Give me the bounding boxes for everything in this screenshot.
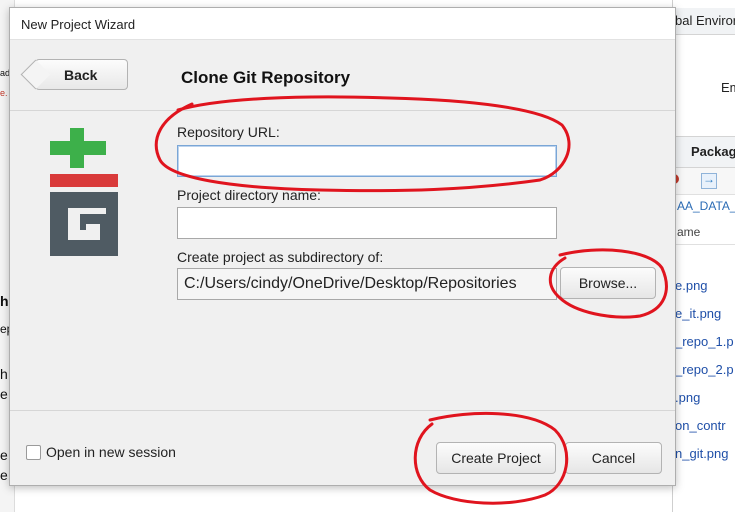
back-button[interactable]: Back: [20, 59, 128, 90]
dialog-title: New Project Wizard: [21, 17, 136, 32]
left-fragment: e: [0, 467, 8, 483]
name-column-label: ame: [677, 225, 701, 239]
footer-divider: [10, 410, 675, 411]
packages-tab-label: Packag: [691, 144, 735, 159]
project-directory-input[interactable]: [177, 207, 557, 239]
back-button-label: Back: [64, 67, 98, 83]
left-fragment: e.: [0, 88, 8, 98]
left-fragment: h: [0, 366, 8, 382]
dialog-titlebar[interactable]: New Project Wizard: [10, 8, 675, 40]
environment-text: Em: [721, 80, 735, 95]
file-item[interactable]: e.png: [675, 278, 708, 293]
repository-url-input[interactable]: [177, 145, 557, 177]
left-fragment: e: [0, 447, 8, 463]
move-icon[interactable]: [701, 172, 717, 189]
checkbox-icon[interactable]: [26, 445, 41, 460]
environment-tab-label: bal Enviror: [675, 13, 735, 28]
open-new-session-label: Open in new session: [46, 444, 176, 460]
repository-url-label: Repository URL:: [177, 124, 280, 140]
file-item[interactable]: _repo_1.p: [675, 334, 734, 349]
file-item[interactable]: n_git.png: [675, 446, 729, 461]
subdirectory-label: Create project as subdirectory of:: [177, 249, 384, 265]
background-right-pane: bal Enviror Em Packag AA_DATA_ ame e.png…: [672, 0, 735, 512]
git-logo-icon: [50, 128, 118, 256]
packages-tab[interactable]: Packag: [673, 136, 735, 168]
path-breadcrumb[interactable]: AA_DATA_: [677, 199, 735, 213]
wizard-header: Back Clone Git Repository: [10, 40, 675, 111]
left-fragment: h: [0, 293, 9, 309]
project-directory-label: Project directory name:: [177, 187, 321, 203]
create-project-button[interactable]: Create Project: [436, 442, 556, 474]
file-item[interactable]: on_contr: [675, 418, 726, 433]
name-column-header[interactable]: ame: [673, 222, 735, 245]
subdirectory-path-field[interactable]: [177, 268, 557, 300]
new-project-wizard-dialog: New Project Wizard Back Clone Git Reposi…: [9, 7, 676, 486]
file-item[interactable]: _repo_2.p: [675, 362, 734, 377]
cancel-button[interactable]: Cancel: [565, 442, 662, 474]
left-fragment: e: [0, 386, 8, 402]
files-toolbar: [673, 168, 735, 195]
browse-button[interactable]: Browse...: [560, 267, 656, 299]
environment-tab[interactable]: bal Enviror: [673, 8, 735, 35]
file-item[interactable]: .png: [675, 390, 700, 405]
back-arrow-icon: [20, 59, 51, 90]
file-item[interactable]: e_it.png: [675, 306, 721, 321]
page-title: Clone Git Repository: [181, 68, 351, 87]
